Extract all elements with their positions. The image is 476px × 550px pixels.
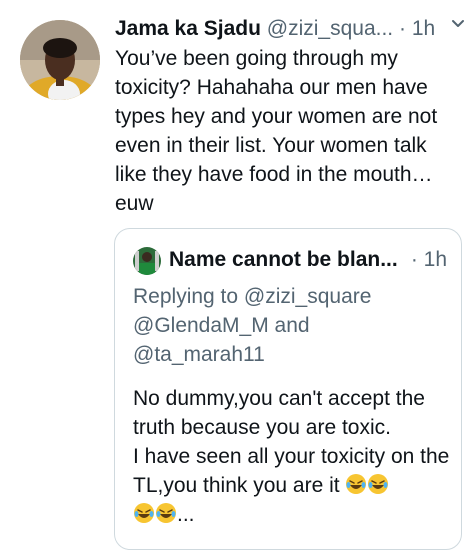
laughing-emoji-icon [346,474,367,494]
tweet-header: Jama ka Sjadu @zizi_squa... · 1h [115,14,476,44]
author-name[interactable]: Jama ka Sjadu [115,17,261,40]
quoted-text-line1: No dummy,you can't accept the truth beca… [133,387,425,439]
quoted-author-avatar[interactable] [133,247,161,275]
author-avatar[interactable] [20,20,100,100]
quoted-author-name[interactable]: Name cannot be blan... [169,245,398,275]
mention-link[interactable]: @GlendaM_M [133,314,269,337]
and-word: and [274,314,310,337]
quoted-avatar-image [133,247,161,275]
laughing-emoji-icon [134,503,154,523]
quoted-timestamp[interactable]: · 1h [411,245,447,275]
replying-to: Replying to @zizi_square @GlendaM_M and … [133,282,453,369]
chevron-down-icon[interactable] [450,16,466,32]
quoted-text-end: ... [177,503,195,526]
separator-dot: · [398,17,406,40]
mention-link[interactable]: @ta_marah11 [133,343,265,366]
tweet-timestamp[interactable]: 1h [412,17,435,40]
quoted-text-line2: I have seen all your toxicity on the TL,… [133,445,450,497]
author-handle[interactable]: @zizi_squa... [267,17,393,40]
reply-prefix: Replying to [133,285,239,308]
laughing-emoji-icon [368,474,389,494]
laughing-emoji-icon [156,503,176,523]
avatar-image [20,20,100,100]
quoted-tweet[interactable]: Name cannot be blan... · 1h Replying to … [114,228,462,550]
tweet-text: You’ve been going through my toxicity? H… [115,47,438,215]
mention-link[interactable]: @zizi_square [244,285,372,308]
quoted-text: No dummy,you can't accept the truth beca… [133,384,453,529]
